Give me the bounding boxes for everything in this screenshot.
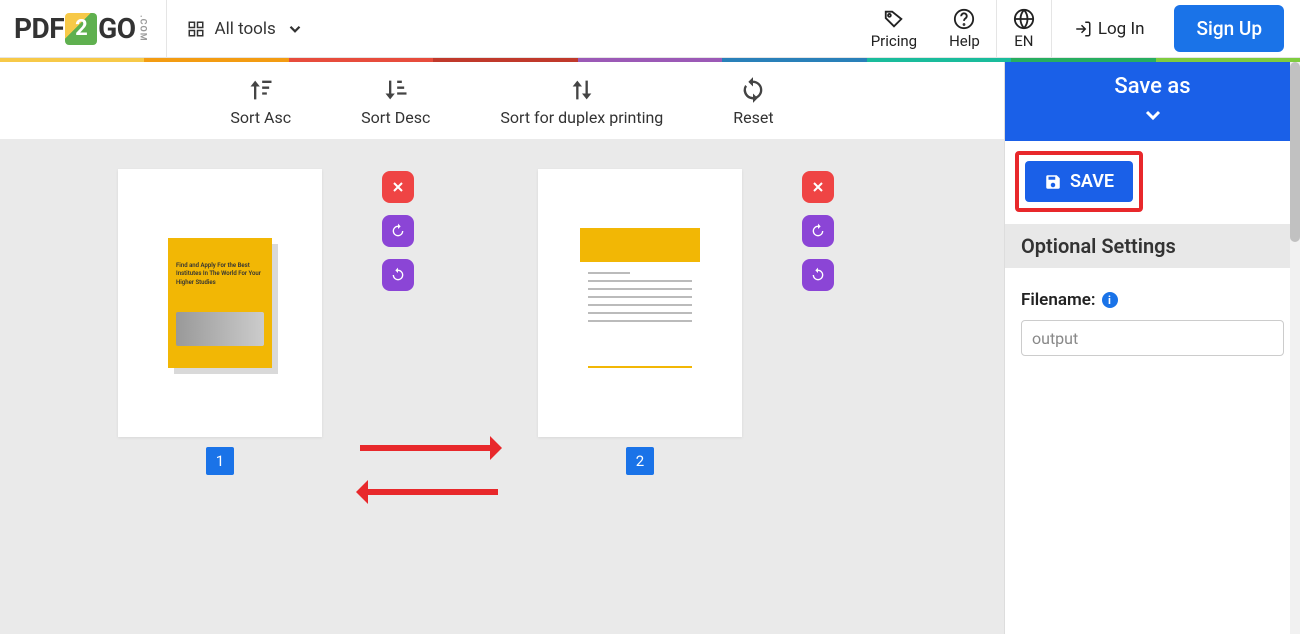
chevron-down-icon [286, 20, 304, 38]
rotate-cw-icon [810, 223, 826, 239]
filename-label: Filename: i [1021, 290, 1284, 310]
page-2-preview [580, 228, 700, 378]
filename-input[interactable] [1021, 320, 1284, 356]
help-icon [953, 8, 975, 30]
page-number-2: 2 [626, 447, 654, 475]
page-thumbnail-2[interactable] [538, 169, 742, 437]
page-1-preview: Find and Apply For the Best Institutes I… [168, 238, 272, 368]
info-icon[interactable]: i [1102, 292, 1118, 308]
save-as-dropdown[interactable]: Save as [1005, 62, 1300, 141]
scrollbar[interactable] [1290, 62, 1300, 634]
language-selector[interactable]: EN [997, 0, 1051, 58]
sort-desc-button[interactable]: Sort Desc [361, 76, 430, 127]
logo[interactable]: PDF 2 GO .COM [0, 12, 166, 45]
close-icon [810, 179, 826, 195]
duplex-icon [568, 76, 596, 104]
optional-settings-heading: Optional Settings [1005, 224, 1300, 268]
signup-button[interactable]: Sign Up [1174, 5, 1284, 52]
save-button[interactable]: SAVE [1025, 161, 1133, 202]
page-number-1: 1 [206, 447, 234, 475]
delete-page-2-button[interactable] [802, 171, 834, 203]
sort-desc-icon [382, 76, 410, 104]
page-thumbnail-1[interactable]: Find and Apply For the Best Institutes I… [118, 169, 322, 437]
tag-icon [883, 8, 905, 30]
all-tools-dropdown[interactable]: All tools [167, 19, 324, 39]
all-tools-label: All tools [215, 19, 276, 39]
rotate-cw-page-1-button[interactable] [382, 215, 414, 247]
reset-button[interactable]: Reset [733, 76, 773, 127]
rotate-ccw-icon [390, 267, 406, 283]
login-link[interactable]: Log In [1052, 19, 1167, 39]
swap-arrows-annotation [360, 445, 498, 495]
delete-page-1-button[interactable] [382, 171, 414, 203]
logo-pdf: PDF [14, 12, 64, 45]
rotate-ccw-page-1-button[interactable] [382, 259, 414, 291]
chevron-down-icon [1141, 103, 1165, 127]
rotate-cw-page-2-button[interactable] [802, 215, 834, 247]
globe-icon [1013, 8, 1035, 30]
login-icon [1074, 20, 1092, 38]
logo-two-icon: 2 [65, 13, 97, 45]
logo-dotcom: .COM [138, 15, 148, 42]
close-icon [390, 179, 406, 195]
save-icon [1044, 173, 1062, 191]
rotate-ccw-icon [810, 267, 826, 283]
logo-go: GO [98, 12, 135, 45]
rotate-ccw-page-2-button[interactable] [802, 259, 834, 291]
rotate-cw-icon [390, 223, 406, 239]
grid-icon [187, 20, 205, 38]
help-link[interactable]: Help [933, 0, 996, 58]
sort-asc-button[interactable]: Sort Asc [230, 76, 291, 127]
save-highlight-annotation: SAVE [1015, 151, 1143, 212]
reset-icon [739, 76, 767, 104]
sort-asc-icon [247, 76, 275, 104]
sort-duplex-button[interactable]: Sort for duplex printing [500, 76, 663, 127]
pricing-link[interactable]: Pricing [855, 0, 933, 58]
